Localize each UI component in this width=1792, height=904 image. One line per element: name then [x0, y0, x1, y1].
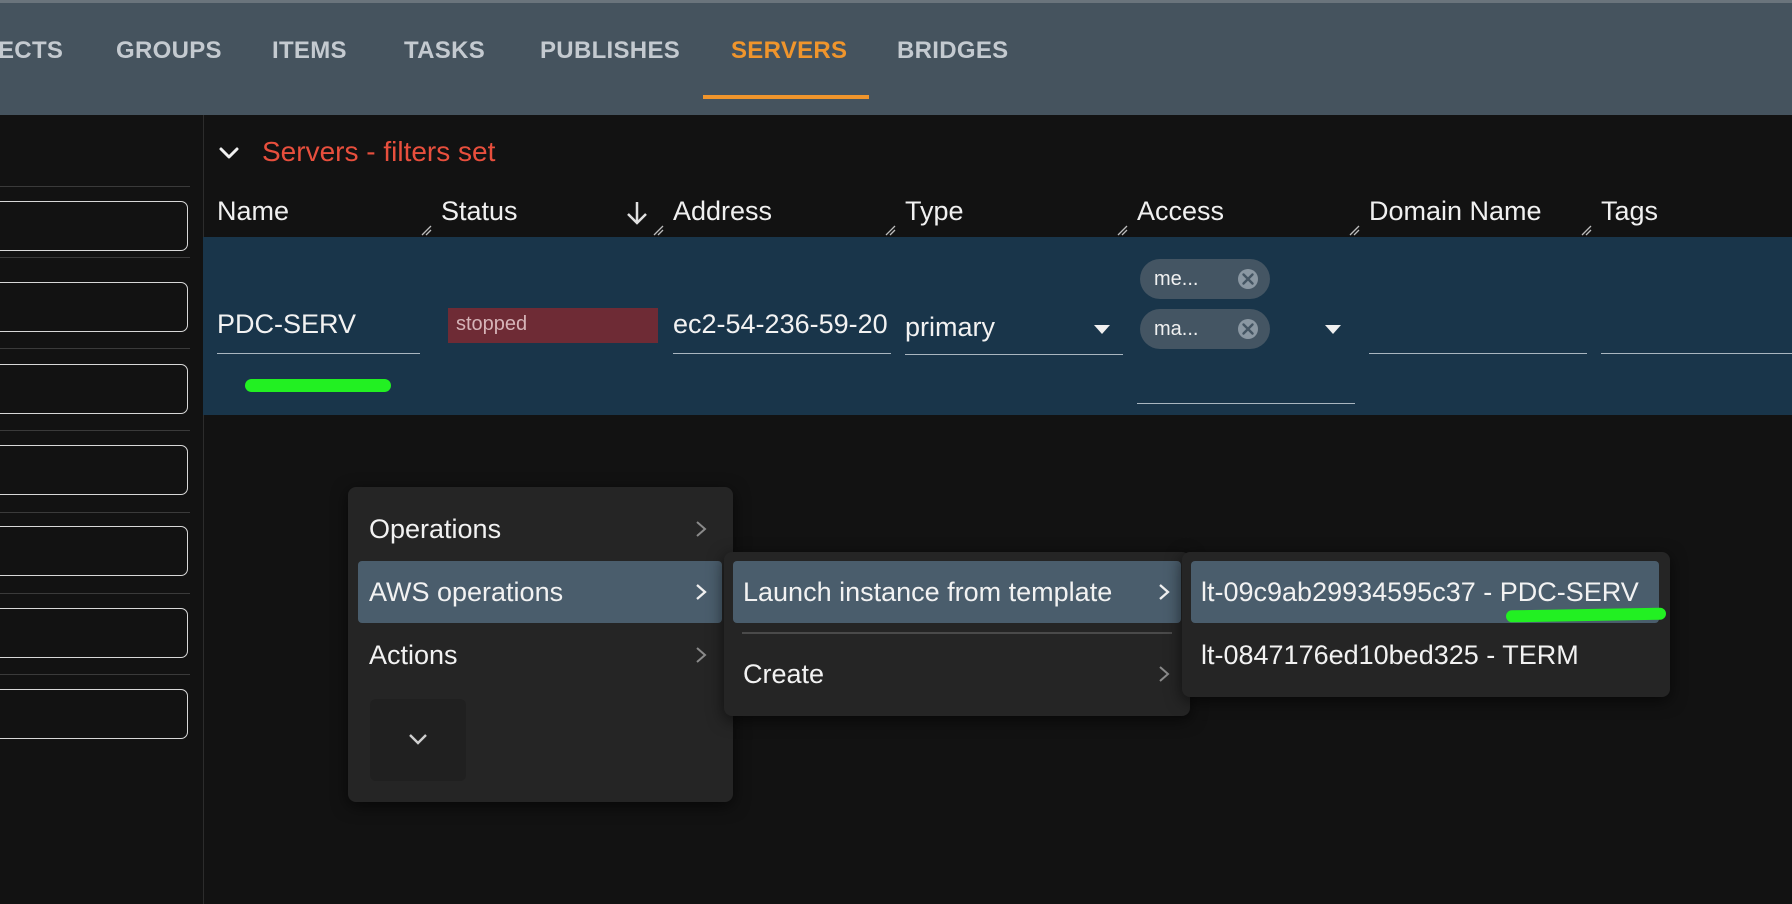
menu-item-aws-operations[interactable]: AWS operations — [358, 561, 722, 623]
menu-item-launch-instance-from-template[interactable]: Launch instance from template — [733, 561, 1181, 623]
sidebar-divider — [0, 512, 190, 513]
chevron-down-icon — [409, 734, 427, 745]
menu-item-template-term[interactable]: lt-0847176ed10bed325 - TERM — [1191, 624, 1659, 686]
sort-arrow-down-icon[interactable] — [624, 198, 650, 228]
menu-item-label: Operations — [369, 514, 502, 544]
filter-sidebar: s — [0, 115, 204, 904]
chevron-right-icon — [696, 584, 707, 600]
field-underline — [673, 353, 891, 354]
menu-item-label: Actions — [369, 640, 458, 670]
menu-item-create[interactable]: Create — [733, 643, 1181, 705]
menu-item-label: Create — [743, 659, 825, 689]
menu-item-label: lt-0847176ed10bed325 - TERM — [1201, 640, 1579, 670]
annotation-highlight-mark — [245, 379, 391, 392]
field-underline — [1137, 403, 1355, 404]
menu-item-label: AWS operations — [369, 577, 564, 607]
tab-projects[interactable]: ECTS — [0, 37, 63, 65]
filter-field[interactable]: s — [0, 526, 188, 576]
server-name-field[interactable]: PDC-SERV — [217, 309, 417, 340]
access-chip-label: me... — [1154, 268, 1199, 290]
dropdown-arrow-icon[interactable] — [1092, 322, 1112, 336]
tab-publishes[interactable]: PUBLISHES — [540, 37, 680, 65]
chevron-right-icon — [696, 647, 707, 663]
chevron-right-icon — [1159, 584, 1170, 600]
field-underline — [1601, 353, 1792, 354]
sidebar-divider — [0, 674, 190, 675]
dropdown-arrow-icon[interactable] — [1323, 322, 1343, 336]
access-chip[interactable]: me... — [1140, 259, 1270, 299]
access-chip[interactable]: ma... — [1140, 309, 1270, 349]
column-header-type[interactable]: Type — [905, 196, 964, 227]
column-header-tags[interactable]: Tags — [1601, 196, 1658, 227]
template-submenu: lt-09c9ab29934595c37 - PDC-SERV lt-08471… — [1182, 552, 1670, 697]
menu-item-label: Launch instance from template — [743, 577, 1113, 607]
tab-items[interactable]: ITEMS — [272, 37, 347, 65]
menu-item-operations[interactable]: Operations — [358, 498, 722, 560]
tab-servers[interactable]: SERVERS — [731, 37, 847, 65]
column-header-access[interactable]: Access — [1137, 196, 1224, 227]
tab-tasks[interactable]: TASKS — [404, 37, 485, 65]
column-resize-handle-icon[interactable] — [652, 224, 664, 236]
top-navigation-bar: ECTS GROUPS ITEMS TASKS PUBLISHES SERVER… — [0, 0, 1792, 115]
active-tab-indicator — [703, 95, 869, 99]
field-underline — [1369, 353, 1587, 354]
field-underline — [905, 354, 1123, 355]
aws-operations-submenu: Launch instance from template Create — [724, 552, 1190, 716]
column-header-status[interactable]: Status — [441, 196, 518, 227]
menu-item-label: lt-09c9ab29934595c37 - PDC-SERV — [1201, 577, 1639, 607]
column-resize-handle-icon[interactable] — [1116, 224, 1128, 236]
column-resize-handle-icon[interactable] — [1348, 224, 1360, 236]
tab-groups[interactable]: GROUPS — [116, 37, 222, 65]
chevron-right-icon — [696, 521, 707, 537]
sidebar-divider — [0, 430, 190, 431]
filter-field[interactable] — [0, 201, 188, 251]
column-resize-handle-icon[interactable] — [1580, 224, 1592, 236]
address-field[interactable]: ec2-54-236-59-20 — [673, 309, 891, 340]
column-header-address[interactable]: Address — [673, 196, 772, 227]
access-chip-label: ma... — [1154, 318, 1199, 340]
sidebar-divider — [0, 593, 190, 594]
status-badge-label: stopped — [456, 313, 528, 335]
column-header-name[interactable]: Name — [217, 196, 289, 227]
column-resize-handle-icon[interactable] — [420, 224, 432, 236]
panel-title: Servers - filters set — [262, 136, 496, 167]
type-select[interactable]: primary — [905, 312, 1065, 343]
column-resize-handle-icon[interactable] — [884, 224, 896, 236]
menu-divider — [742, 632, 1172, 634]
field-underline — [217, 353, 420, 354]
filter-field[interactable] — [0, 445, 188, 495]
remove-chip-icon[interactable] — [1236, 267, 1260, 291]
filter-field[interactable] — [0, 608, 188, 658]
filter-field[interactable] — [0, 689, 188, 739]
menu-item-actions[interactable]: Actions — [358, 624, 722, 686]
sidebar-divider — [0, 186, 190, 187]
column-header-domain-name[interactable]: Domain Name — [1369, 196, 1542, 227]
sidebar-divider — [0, 257, 190, 258]
sidebar-divider — [0, 348, 190, 349]
chevron-down-icon[interactable] — [214, 138, 244, 168]
remove-chip-icon[interactable] — [1236, 317, 1260, 341]
expand-menu-button[interactable] — [370, 699, 466, 781]
filter-field[interactable] — [0, 364, 188, 414]
filter-field[interactable] — [0, 282, 188, 332]
chevron-right-icon — [1159, 666, 1170, 682]
tab-bridges[interactable]: BRIDGES — [897, 37, 1008, 65]
